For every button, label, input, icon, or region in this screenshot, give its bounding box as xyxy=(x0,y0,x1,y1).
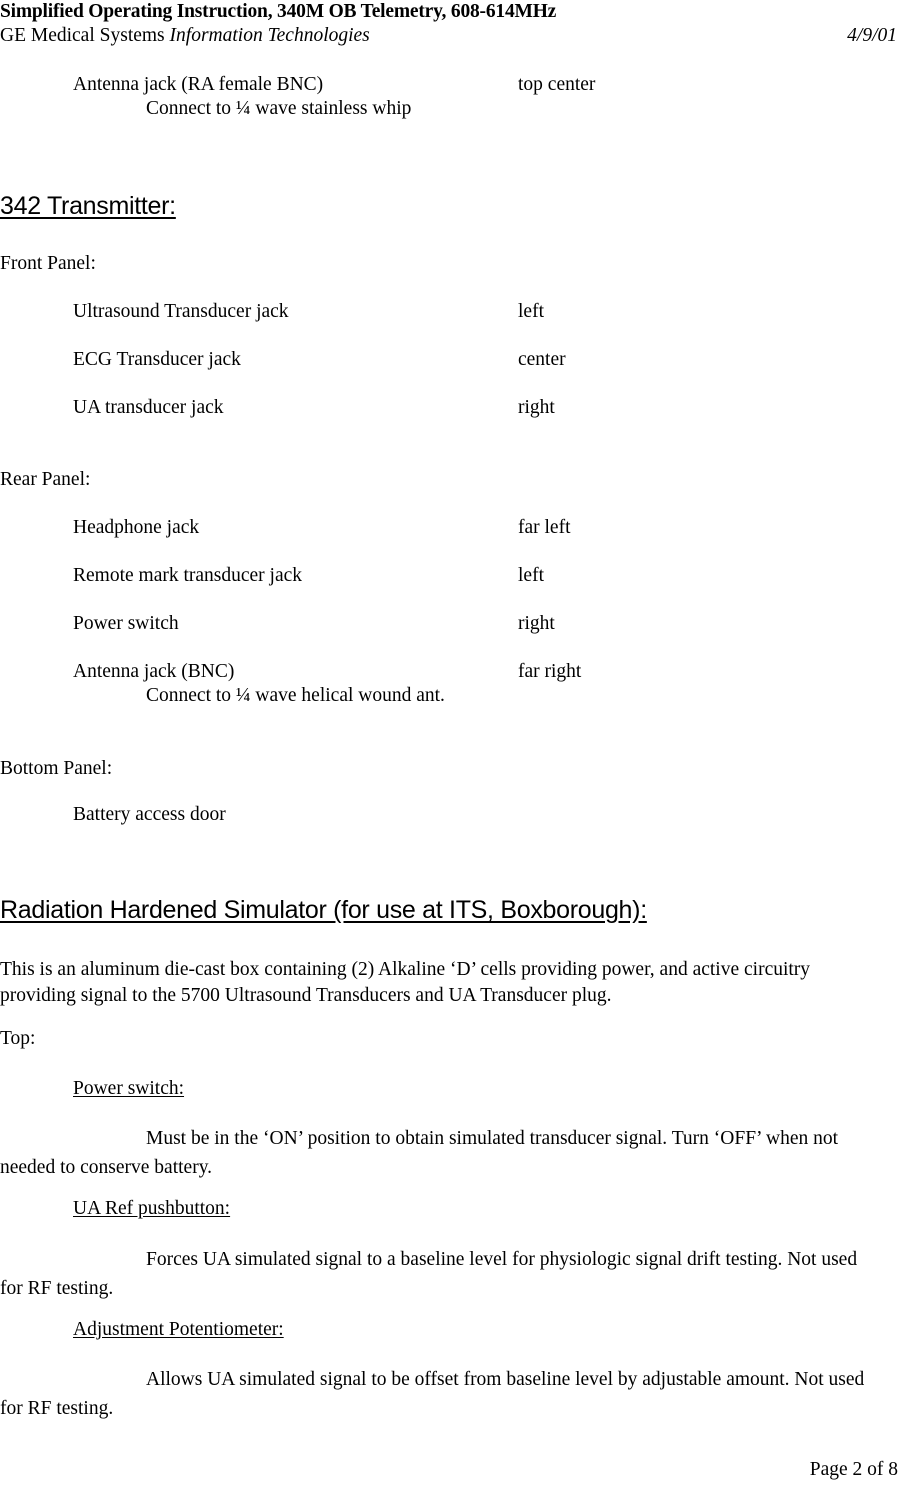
spec-value: right xyxy=(518,397,555,418)
spec-label: UA transducer jack xyxy=(73,397,224,418)
spec-value: far right xyxy=(518,661,582,682)
control-description-ua-ref-pushbutton: Forces UA simulated signal to a baseline… xyxy=(0,1249,858,1299)
spec-label: Remote mark transducer jack xyxy=(73,565,303,586)
document-page: Simplified Operating Instruction, 340M O… xyxy=(0,0,898,1495)
control-description-adjustment-potentiometer: Allows UA simulated signal to be offset … xyxy=(0,1369,865,1419)
spec-row: Antenna jack (RA female BNC) top center xyxy=(0,73,898,97)
document-date: 4/9/01 xyxy=(847,25,897,46)
spec-row: UA transducer jack right xyxy=(0,396,898,420)
spec-label: Antenna jack (BNC) xyxy=(73,661,235,682)
control-heading-adjustment-potentiometer: Adjustment Potentiometer: xyxy=(73,1319,284,1340)
organization-line: GE Medical Systems Information Technolog… xyxy=(0,23,370,48)
spec-value: left xyxy=(518,301,544,322)
spec-label: ECG Transducer jack xyxy=(73,349,241,370)
spec-label: Antenna jack (RA female BNC) xyxy=(73,74,324,95)
organization-division: Information Technologies xyxy=(169,25,370,46)
document-header: Simplified Operating Instruction, 340M O… xyxy=(0,0,898,48)
document-subheader: GE Medical Systems Information Technolog… xyxy=(0,23,898,48)
document-title: Simplified Operating Instruction, 340M O… xyxy=(0,1,557,22)
control-heading-power-switch: Power switch: xyxy=(73,1078,185,1099)
spec-value: top center xyxy=(518,74,596,95)
spec-label: Ultrasound Transducer jack xyxy=(73,301,289,322)
control-heading-ua-ref-pushbutton: UA Ref pushbutton: xyxy=(73,1198,231,1219)
group-label-top: Top: xyxy=(0,1028,36,1049)
spec-row: Battery access door xyxy=(0,803,898,827)
group-label-front-panel: Front Panel: xyxy=(0,253,96,274)
page-number: Page 2 of 8 xyxy=(809,1459,898,1480)
spec-note: Connect to ¼ wave helical wound ant. xyxy=(146,685,445,706)
spec-row: Headphone jack far left xyxy=(0,516,898,540)
section-heading-simulator: Radiation Hardened Simulator (for use at… xyxy=(0,896,647,924)
spec-value: right xyxy=(518,613,555,634)
control-description-power-switch: Must be in the ‘ON’ position to obtain s… xyxy=(0,1128,839,1178)
spec-row: Antenna jack (BNC) far right xyxy=(0,660,898,684)
spec-label: Power switch xyxy=(73,613,179,634)
spec-note: Connect to ¼ wave stainless whip xyxy=(146,98,412,119)
section-heading-transmitter: 342 Transmitter: xyxy=(0,192,176,220)
spec-label: Headphone jack xyxy=(73,517,200,538)
spec-row: ECG Transducer jack center xyxy=(0,348,898,372)
group-label-rear-panel: Rear Panel: xyxy=(0,469,91,490)
spec-row: Remote mark transducer jack left xyxy=(0,564,898,588)
spec-value: center xyxy=(518,349,566,370)
spec-label: Battery access door xyxy=(73,804,226,825)
organization-name: GE Medical Systems xyxy=(0,25,170,46)
spec-value: left xyxy=(518,565,544,586)
spec-row: Ultrasound Transducer jack left xyxy=(0,300,898,324)
spec-value: far left xyxy=(518,517,571,538)
group-label-bottom-panel: Bottom Panel: xyxy=(0,758,113,779)
spec-row: Power switch right xyxy=(0,612,898,636)
simulator-intro-paragraph: This is an aluminum die-cast box contain… xyxy=(0,959,811,1006)
